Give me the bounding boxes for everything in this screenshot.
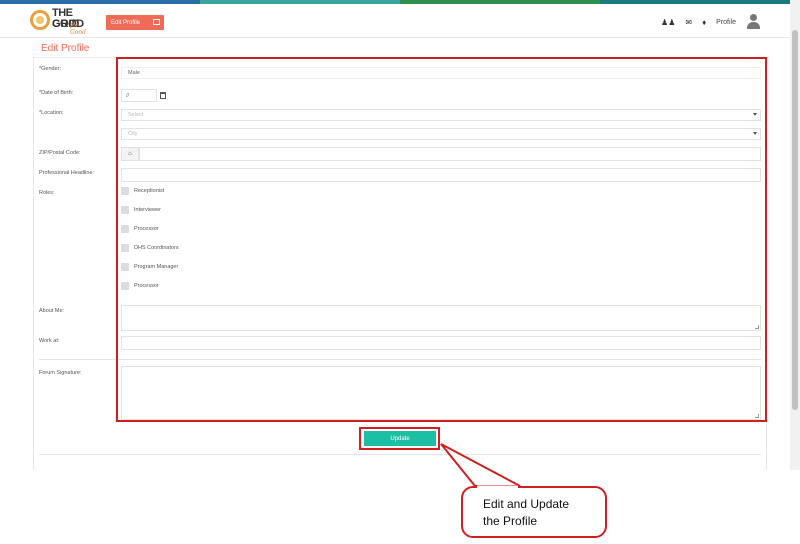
annotation-callout: Edit and Update the Profile [461,486,607,538]
callout-pointer [440,443,521,487]
callout-line-1: Edit and Update [483,497,570,511]
callout-tail [440,443,521,487]
callout-line-2: the Profile [483,514,538,528]
